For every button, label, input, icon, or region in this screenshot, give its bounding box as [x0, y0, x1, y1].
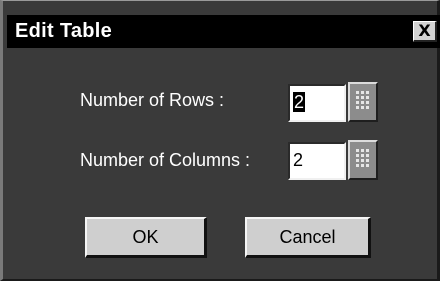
columns-picker-button[interactable] [348, 140, 378, 180]
cancel-button[interactable]: Cancel [245, 217, 371, 258]
title-bar[interactable]: Edit Table X [7, 15, 440, 48]
rows-label: Number of Rows : [80, 90, 225, 110]
cancel-button-label: Cancel [279, 226, 336, 247]
close-icon: X [418, 21, 431, 40]
rows-picker-button[interactable] [348, 82, 378, 122]
ok-button[interactable]: OK [85, 217, 207, 258]
columns-value: 2 [293, 150, 304, 170]
window-title: Edit Table [15, 20, 113, 42]
edit-table-dialog: Edit Table X Number of Rows : 2 Number o… [0, 0, 440, 281]
rows-value: 2 [293, 92, 306, 112]
ok-button-label: OK [132, 226, 159, 247]
columns-label: Number of Columns : [80, 150, 251, 170]
close-button[interactable]: X [413, 21, 437, 42]
rows-input[interactable]: 2 [288, 84, 346, 122]
columns-input[interactable]: 2 [288, 142, 346, 180]
grid-icon [356, 149, 369, 167]
grid-icon [356, 91, 369, 109]
